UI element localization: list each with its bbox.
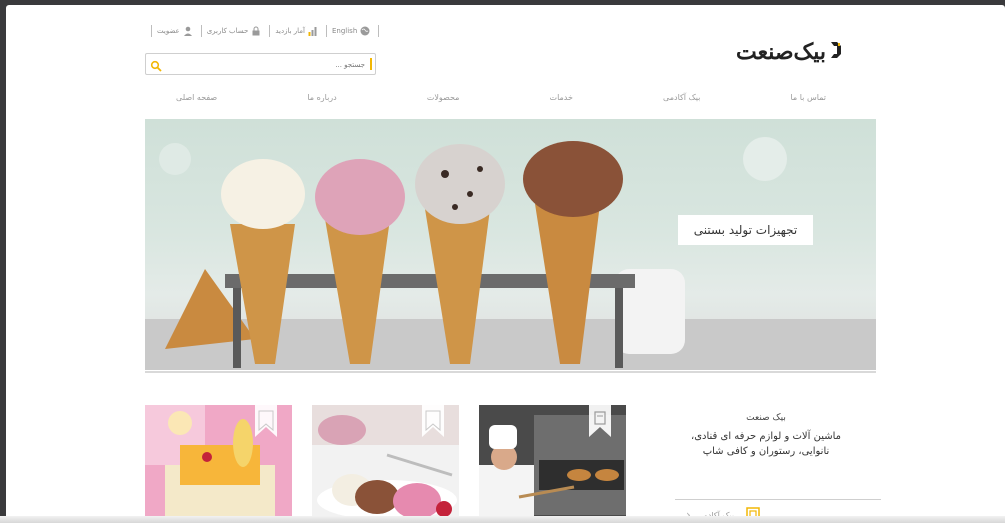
card-dessert[interactable] [145,405,292,523]
page: عضویت حساب کاربری آمار بازدید English بی… [6,5,1005,523]
membership-label: عضویت [157,27,180,35]
nav-item-services[interactable]: خدمات [530,93,593,107]
lock-icon [251,26,261,36]
bookmark-icon [255,405,277,437]
hero-caption: تجهیزات تولید بستنی [678,215,813,245]
intro-title: بیک صنعت [746,413,786,423]
nav-item-products[interactable]: محصولات [407,93,480,107]
intro-block: بیک صنعت ماشین آلات و لوازم حرفه ای قناد… [666,413,866,457]
intro-line-1: ماشین آلات و لوازم حرفه ای قنادی، [690,431,842,442]
gear-icon [829,40,843,64]
user-icon [183,26,193,36]
hero-divider [145,371,876,373]
divider [269,25,271,37]
divider [378,25,380,37]
account-label: حساب کاربری [206,27,249,35]
hero-banner[interactable]: تجهیزات تولید بستنی [145,119,876,370]
globe-icon [360,26,370,36]
divider [200,25,202,37]
card-bakery[interactable] [479,405,626,523]
nav-item-about[interactable]: درباره ما [287,93,356,107]
bookmark-icon [589,405,611,437]
bookmark-icon [422,405,444,437]
language-switch[interactable]: English [332,26,373,36]
bottom-edge [0,516,1005,523]
divider [151,25,152,37]
intro-line-2: نانوایی، رستوران و کافی شاپ [702,446,830,457]
search-box [145,53,376,75]
search-input[interactable] [173,56,367,73]
stats-link[interactable]: آمار بازدید [275,26,321,36]
main-nav: صفحه اصلی درباره ما محصولات خدمات بیک آک… [156,93,846,107]
search-accent-bar [370,58,372,70]
bar-chart-icon [308,26,318,36]
account-link[interactable]: حساب کاربری [207,26,265,36]
site-logo[interactable]: بیک‌صنعت [736,37,843,67]
logo-text: بیک‌صنعت [736,39,827,65]
nav-item-home[interactable]: صفحه اصلی [156,93,237,107]
nav-item-academy[interactable]: بیک آکادمی [643,93,720,107]
intro-divider [675,499,881,500]
nav-item-contact[interactable]: تماس با ما [770,93,846,107]
language-label: English [331,27,358,35]
search-icon[interactable] [150,57,162,72]
divider [325,25,327,37]
top-utility-bar: عضویت حساب کاربری آمار بازدید English [146,23,384,39]
stats-label: آمار بازدید [275,27,305,35]
card-ice-cream[interactable] [312,405,459,523]
membership-link[interactable]: عضویت [157,26,196,36]
